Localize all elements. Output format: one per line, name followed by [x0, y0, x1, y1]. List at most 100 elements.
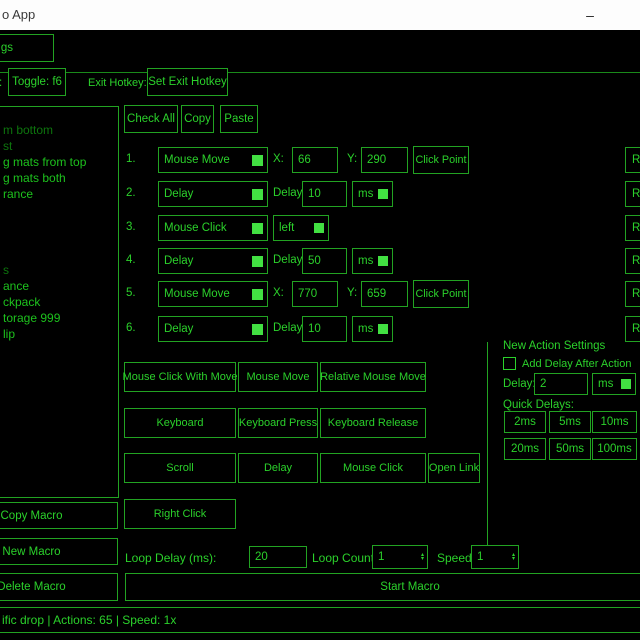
speed-spinner[interactable]: 1 ▴ ▾ — [471, 545, 519, 569]
dropdown-square-icon — [252, 223, 263, 234]
click-point-button[interactable]: Click Point — [413, 146, 469, 174]
macro-list-item[interactable]: m bottom — [3, 123, 53, 137]
action-type-dropdown[interactable]: Delay — [158, 316, 268, 342]
action-type-value: Mouse Click — [164, 222, 227, 234]
spinner-down-icon: ▾ — [421, 557, 424, 561]
add-delay-checkbox-label: Add Delay After Action — [522, 358, 631, 370]
dropdown-square-icon — [252, 155, 263, 166]
hotkey-label-fragment: : — [0, 77, 2, 89]
remove-action-button[interactable]: R — [625, 215, 640, 241]
start-macro-button[interactable]: Start Macro — [125, 573, 640, 601]
loop-delay-label: Loop Delay (ms): — [125, 551, 216, 565]
titlebar: o App – — [0, 0, 640, 30]
new-macro-button[interactable]: New Macro — [0, 538, 118, 565]
spinner-arrows[interactable]: ▴ ▾ — [512, 553, 515, 561]
row-number: 6. — [126, 322, 136, 334]
quick-delay-50ms-button[interactable]: 50ms — [549, 438, 591, 460]
remove-action-button[interactable]: R — [625, 147, 640, 173]
action-type-dropdown[interactable]: Delay — [158, 181, 268, 207]
delay-label: Delay — [273, 254, 302, 266]
mouse-button-dropdown[interactable]: left — [273, 215, 329, 241]
remove-action-button[interactable]: R — [625, 281, 640, 307]
action-type-dropdown[interactable]: Mouse Move — [158, 281, 268, 307]
exit-hotkey-label: Exit Hotkey: — [88, 77, 147, 89]
copy-button[interactable]: Copy — [181, 105, 214, 133]
settings-button[interactable]: gs — [0, 34, 54, 62]
add-mouse-click-with-move-button[interactable]: Mouse Click With Move — [124, 362, 236, 392]
action-row: 1. Mouse Move X: 66 Y: 290 Click Point R — [0, 147, 640, 173]
add-keyboard-release-button[interactable]: Keyboard Release — [320, 408, 426, 438]
remove-action-button[interactable]: R — [625, 181, 640, 207]
set-exit-hotkey-button[interactable]: Set Exit Hotkey — [147, 68, 228, 96]
add-keyboard-press-button[interactable]: Keyboard Press — [238, 408, 318, 438]
mouse-button-value: left — [279, 222, 294, 234]
action-type-value: Delay — [164, 188, 193, 200]
add-delay-button[interactable]: Delay — [238, 453, 318, 483]
menu-bar: gs — [0, 30, 640, 73]
quick-delay-2ms-button[interactable]: 2ms — [504, 411, 546, 433]
loop-count-label: Loop Count: — [312, 551, 377, 565]
row-number: 5. — [126, 287, 136, 299]
quick-delay-10ms-button[interactable]: 10ms — [592, 411, 637, 433]
unit-value: ms — [358, 323, 373, 335]
quick-delay-100ms-button[interactable]: 100ms — [592, 438, 637, 460]
nas-unit-value: ms — [598, 378, 613, 390]
add-mouse-move-button[interactable]: Mouse Move — [238, 362, 318, 392]
status-text: ific drop | Actions: 65 | Speed: 1x — [2, 613, 176, 627]
unit-dropdown[interactable]: ms — [352, 181, 393, 207]
delay-label: Delay — [273, 322, 302, 334]
speed-label: Speed: — [437, 551, 475, 565]
add-scroll-button[interactable]: Scroll — [124, 453, 236, 483]
copy-macro-button[interactable]: Copy Macro — [0, 502, 118, 529]
x-input[interactable]: 770 — [292, 281, 338, 307]
nas-delay-input[interactable]: 2 — [534, 373, 588, 395]
quick-delays-label: Quick Delays: — [503, 399, 574, 411]
status-bar: ific drop | Actions: 65 | Speed: 1x — [0, 607, 640, 633]
delete-macro-button[interactable]: Delete Macro — [0, 573, 118, 601]
y-label: Y: — [347, 287, 357, 299]
delay-label: Delay — [273, 187, 302, 199]
delay-input[interactable]: 50 — [302, 248, 347, 274]
add-open-link-button[interactable]: Open Link — [428, 453, 480, 483]
add-keyboard-button[interactable]: Keyboard — [124, 408, 236, 438]
action-type-dropdown[interactable]: Mouse Click — [158, 215, 268, 241]
loop-count-spinner[interactable]: 1 ▴ ▾ — [372, 545, 428, 569]
x-input[interactable]: 66 — [292, 147, 338, 173]
new-action-settings-title: New Action Settings — [503, 340, 605, 352]
action-row: 4. Delay Delay 50 ms R — [0, 248, 640, 274]
add-delay-checkbox[interactable] — [503, 357, 516, 370]
unit-dropdown[interactable]: ms — [352, 248, 393, 274]
minimize-button[interactable]: – — [575, 0, 605, 30]
action-type-dropdown[interactable]: Delay — [158, 248, 268, 274]
add-mouse-click-button[interactable]: Mouse Click — [320, 453, 426, 483]
nas-unit-dropdown[interactable]: ms — [592, 373, 636, 395]
delay-input[interactable]: 10 — [302, 316, 347, 342]
loop-delay-input[interactable]: 20 — [249, 546, 307, 568]
action-row: 2. Delay Delay 10 ms R — [0, 181, 640, 207]
check-all-button[interactable]: Check All — [124, 105, 178, 133]
action-type-value: Mouse Move — [164, 154, 230, 166]
toggle-hotkey-button[interactable]: Toggle: f6 — [8, 68, 66, 96]
action-type-dropdown[interactable]: Mouse Move — [158, 147, 268, 173]
remove-action-button[interactable]: R — [625, 248, 640, 274]
dropdown-square-icon — [252, 289, 263, 300]
quick-delay-20ms-button[interactable]: 20ms — [504, 438, 546, 460]
window-title: o App — [2, 7, 35, 22]
quick-delay-5ms-button[interactable]: 5ms — [549, 411, 591, 433]
row-number: 2. — [126, 187, 136, 199]
add-right-click-button[interactable]: Right Click — [124, 499, 236, 529]
y-input[interactable]: 290 — [361, 147, 408, 173]
spinner-arrows[interactable]: ▴ ▾ — [421, 553, 424, 561]
remove-action-button[interactable]: R — [625, 316, 640, 342]
unit-dropdown[interactable]: ms — [352, 316, 393, 342]
paste-button[interactable]: Paste — [220, 105, 258, 133]
add-relative-mouse-move-button[interactable]: Relative Mouse Move — [320, 362, 426, 392]
row-number: 1. — [126, 153, 136, 165]
delay-input[interactable]: 10 — [302, 181, 347, 207]
spinner-down-icon: ▾ — [512, 557, 515, 561]
action-row: 6. Delay Delay 10 ms R — [0, 316, 640, 342]
y-label: Y: — [347, 153, 357, 165]
y-input[interactable]: 659 — [361, 281, 408, 307]
unit-value: ms — [358, 188, 373, 200]
click-point-button[interactable]: Click Point — [413, 280, 469, 308]
